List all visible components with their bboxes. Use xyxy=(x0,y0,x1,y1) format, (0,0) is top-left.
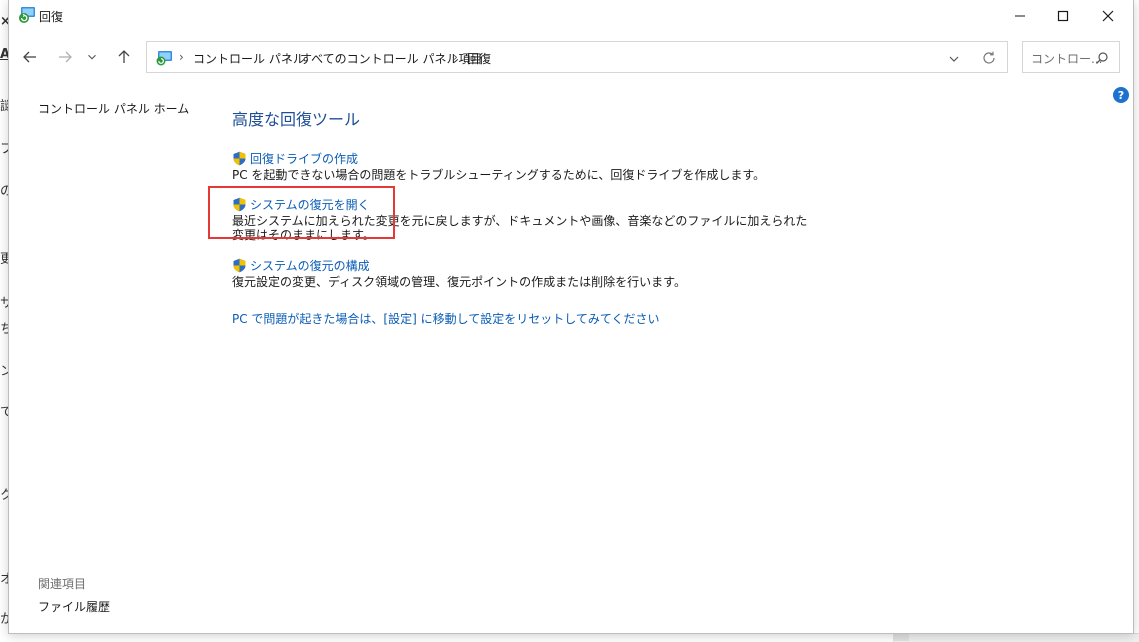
tool-description: 復元設定の変更、ディスク領域の管理、復元ポイントの作成または削除を行います。 xyxy=(232,275,686,289)
up-button[interactable] xyxy=(113,46,135,68)
uac-shield-icon xyxy=(233,197,246,211)
recent-locations-button[interactable] xyxy=(85,46,99,68)
page-title: 高度な回復ツール xyxy=(232,110,361,129)
minimize-icon xyxy=(1015,15,1025,17)
tool-create-recovery-drive: 回復ドライブの作成 PC を起動できない場合の問題をトラブルシューティングするた… xyxy=(232,150,810,182)
create-recovery-drive-link[interactable]: 回復ドライブの作成 xyxy=(232,150,810,166)
close-button[interactable] xyxy=(1085,0,1131,32)
refresh-icon xyxy=(983,51,995,64)
arrow-right-icon xyxy=(59,51,72,63)
chevron-down-icon xyxy=(88,54,96,60)
tool-title: システムの復元を開く xyxy=(250,197,370,212)
chevron-down-icon xyxy=(949,56,959,62)
refresh-button[interactable] xyxy=(981,50,997,66)
help-icon[interactable]: ? xyxy=(1113,87,1129,103)
breadcrumb-separator: › xyxy=(286,50,291,64)
arrow-left-icon xyxy=(23,51,36,63)
search-placeholder: コントロー... xyxy=(1031,52,1103,66)
recovery-app-icon xyxy=(18,6,36,24)
search-input[interactable]: コントロー... xyxy=(1022,41,1120,73)
control-panel-icon xyxy=(155,49,173,67)
breadcrumb-separator: › xyxy=(453,50,458,64)
maximize-button[interactable] xyxy=(1040,0,1086,32)
sidebar-file-history-link[interactable]: ファイル履歴 xyxy=(38,598,110,615)
reset-pc-settings-link[interactable]: PC で問題が起きた場合は、[設定] に移動して設定をリセットしてみてください xyxy=(232,310,660,327)
search-icon xyxy=(1095,50,1109,64)
recovery-window: 回復 › コントロール パネル › すべてのコントロール パネル項目 › 回復 … xyxy=(8,0,1134,634)
forward-button[interactable] xyxy=(54,46,76,68)
minimize-button[interactable] xyxy=(997,0,1043,32)
address-bar[interactable]: › コントロール パネル › すべてのコントロール パネル項目 › 回復 xyxy=(146,41,1008,73)
tool-open-system-restore: システムの復元を開く 最近システムに加えられた変更を元に戻しますが、ドキュメント… xyxy=(232,196,810,242)
tool-configure-system-restore: システムの復元の構成 復元設定の変更、ディスク領域の管理、復元ポイントの作成また… xyxy=(232,257,810,289)
close-icon xyxy=(1102,10,1114,22)
sidebar-control-panel-home[interactable]: コントロール パネル ホーム xyxy=(38,100,189,117)
breadcrumb-recovery[interactable]: 回復 xyxy=(467,50,491,67)
tool-description: 最近システムに加えられた変更を元に戻しますが、ドキュメントや画像、音楽などのファ… xyxy=(232,214,808,242)
maximize-icon xyxy=(1057,10,1069,22)
window-title: 回復 xyxy=(39,10,64,24)
uac-shield-icon xyxy=(233,258,246,272)
back-button[interactable] xyxy=(19,46,41,68)
address-history-dropdown[interactable] xyxy=(947,51,961,65)
open-system-restore-link[interactable]: システムの復元を開く xyxy=(232,196,810,212)
navigation-bar: › コントロール パネル › すべてのコントロール パネル項目 › 回復 コント… xyxy=(9,32,1133,80)
tool-title: システムの復元の構成 xyxy=(250,258,370,273)
uac-shield-icon xyxy=(233,151,246,165)
related-items-heading: 関連項目 xyxy=(38,577,87,591)
background-scroll-thumb xyxy=(893,633,909,641)
title-bar[interactable]: 回復 xyxy=(9,0,1133,32)
configure-system-restore-link[interactable]: システムの復元の構成 xyxy=(232,257,810,273)
arrow-up-icon xyxy=(118,50,130,63)
breadcrumb-separator: › xyxy=(179,50,184,64)
tool-title: 回復ドライブの作成 xyxy=(250,151,359,166)
tool-description: PC を起動できない場合の問題をトラブルシューティングするために、回復ドライブを… xyxy=(232,168,766,182)
